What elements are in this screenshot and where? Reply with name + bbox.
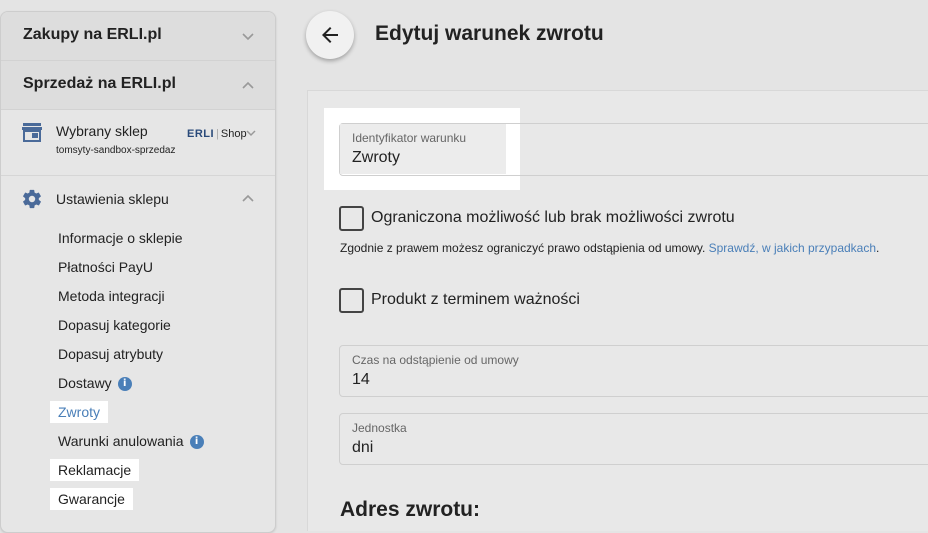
- page-title: Edytuj warunek zwrotu: [375, 22, 604, 45]
- chevron-down-icon: [242, 33, 254, 41]
- menu-item-payu[interactable]: Płatności PayU: [58, 258, 153, 276]
- store-icon: [22, 123, 42, 142]
- sidebar: Zakupy na ERLI.pl Sprzedaż na ERLI.pl Wy…: [0, 11, 276, 533]
- menu-item-warranties[interactable]: Gwarancje: [50, 488, 133, 510]
- chevron-down-icon: [246, 130, 256, 137]
- identifier-input[interactable]: Zwroty: [352, 149, 400, 167]
- legal-hint: Zgodnie z prawem możesz ograniczyć prawo…: [340, 241, 880, 255]
- expiry-product-checkbox[interactable]: [339, 288, 364, 313]
- unit-select[interactable]: dni: [352, 439, 373, 457]
- menu-item-deliveries[interactable]: Dostawy i: [58, 374, 132, 392]
- shop-settings[interactable]: Ustawienia sklepu: [1, 176, 275, 222]
- back-button[interactable]: [306, 11, 354, 59]
- section-buying[interactable]: Zakupy na ERLI.pl: [1, 12, 275, 61]
- selected-shop-title: Wybrany sklep: [56, 123, 148, 139]
- selected-shop-name: tomsyty-sandbox-sprzedaz: [56, 145, 176, 156]
- withdrawal-time-input[interactable]: 14: [352, 371, 370, 389]
- expiry-product-label[interactable]: Produkt z terminem ważności: [371, 291, 580, 309]
- erli-shop-logo: ERLI | Shop: [187, 128, 247, 140]
- selected-shop[interactable]: Wybrany sklep tomsyty-sandbox-sprzedaz E…: [1, 109, 275, 176]
- menu-item-shop-info[interactable]: Informacje o sklepie: [58, 229, 183, 247]
- withdrawal-time-label: Czas na odstąpienie od umowy: [352, 353, 519, 367]
- menu-item-returns[interactable]: Zwroty: [50, 401, 108, 423]
- chevron-up-icon: [242, 194, 254, 202]
- chevron-up-icon: [242, 81, 254, 89]
- menu-item-integration[interactable]: Metoda integracji: [58, 287, 165, 305]
- menu-item-categories[interactable]: Dopasuj kategorie: [58, 316, 171, 334]
- info-icon[interactable]: i: [189, 435, 204, 450]
- menu-item-cancellation[interactable]: Warunki anulowania i: [58, 432, 204, 450]
- limited-return-checkbox[interactable]: [339, 206, 364, 231]
- unit-label: Jednostka: [352, 421, 407, 435]
- section-selling-label: Sprzedaż na ERLI.pl: [23, 75, 176, 92]
- section-selling[interactable]: Sprzedaż na ERLI.pl: [1, 61, 275, 110]
- legal-hint-link[interactable]: Sprawdź, w jakich przypadkach: [709, 241, 876, 255]
- section-buying-label: Zakupy na ERLI.pl: [23, 26, 162, 43]
- identifier-label: Identyfikator warunku: [352, 131, 467, 145]
- menu-item-attributes[interactable]: Dopasuj atrybuty: [58, 345, 163, 363]
- shop-settings-title: Ustawienia sklepu: [56, 191, 169, 207]
- unit-field[interactable]: Jednostka dni: [339, 413, 928, 465]
- limited-return-label[interactable]: Ograniczona możliwość lub brak możliwośc…: [371, 209, 735, 227]
- info-icon[interactable]: i: [117, 377, 132, 392]
- return-address-title: Adres zwrotu:: [340, 498, 481, 521]
- withdrawal-time-field[interactable]: Czas na odstąpienie od umowy 14: [339, 345, 928, 397]
- arrow-left-icon: [322, 27, 338, 43]
- gear-icon: [23, 189, 41, 209]
- menu-item-complaints[interactable]: Reklamacje: [50, 459, 140, 481]
